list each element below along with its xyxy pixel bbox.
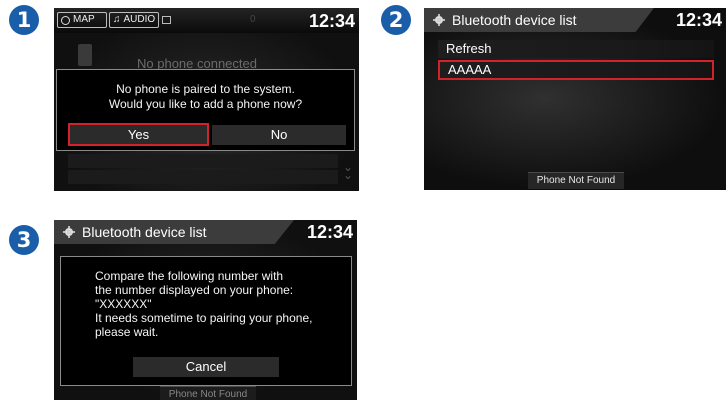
status-bar: MAP ♫ AUDIO 0 12:34 bbox=[54, 8, 359, 33]
title-tab: Bluetooth device list bbox=[424, 8, 654, 32]
audio-label: AUDIO bbox=[123, 14, 156, 25]
screen-bluetooth-device-list: Bluetooth device list 12:34 Refresh AAAA… bbox=[424, 8, 726, 190]
page-title: Bluetooth device list bbox=[452, 12, 577, 28]
screen-pairing-confirmation: Bluetooth device list 12:34 Compare the … bbox=[54, 220, 357, 400]
list-item-refresh[interactable]: Refresh bbox=[438, 40, 714, 58]
gear-icon bbox=[433, 14, 445, 26]
map-button[interactable]: MAP bbox=[57, 12, 107, 28]
title-tab: Bluetooth device list bbox=[54, 220, 294, 244]
phone-silhouette-icon bbox=[78, 44, 92, 66]
step-badge-2: 2 bbox=[381, 5, 411, 35]
music-note-icon: ♫ bbox=[113, 14, 121, 25]
dialog-line-1: No phone is paired to the system. bbox=[116, 82, 295, 96]
message-line-1: Compare the following number with bbox=[95, 269, 284, 283]
pairing-code: "XXXXXX" bbox=[95, 297, 152, 311]
cancel-button[interactable]: Cancel bbox=[133, 357, 279, 377]
compass-icon bbox=[61, 15, 70, 25]
yes-button[interactable]: Yes bbox=[68, 123, 209, 146]
screen-add-phone-prompt: MAP ♫ AUDIO 0 12:34 No phone connected N… bbox=[54, 8, 359, 191]
phone-not-found-button[interactable]: Phone Not Found bbox=[160, 386, 256, 400]
pairing-message: Compare the following number with the nu… bbox=[95, 269, 312, 339]
dialog-line-2: Would you like to add a phone now? bbox=[108, 97, 303, 111]
gear-icon bbox=[63, 226, 75, 238]
clock: 12:34 bbox=[308, 11, 355, 31]
scroll-down-icon[interactable]: ⌄ ⌄ bbox=[343, 161, 353, 181]
list-row-ghost bbox=[68, 154, 338, 168]
signal-icon: 0 bbox=[250, 14, 256, 25]
audio-button[interactable]: ♫ AUDIO bbox=[109, 12, 159, 28]
no-button[interactable]: No bbox=[212, 125, 346, 145]
step-badge-3: 3 bbox=[9, 225, 39, 255]
list-item-device[interactable]: AAAAA bbox=[438, 60, 714, 80]
add-phone-dialog: No phone is paired to the system. Would … bbox=[56, 69, 355, 151]
map-label: MAP bbox=[73, 14, 95, 25]
message-line-2: the number displayed on your phone: bbox=[95, 283, 294, 297]
clock: 12:34 bbox=[675, 10, 722, 30]
message-line-5: please wait. bbox=[95, 325, 159, 339]
phone-not-found-button[interactable]: Phone Not Found bbox=[528, 172, 624, 189]
message-line-4: It needs sometime to pairing your phone, bbox=[95, 311, 313, 325]
pairing-dialog: Compare the following number with the nu… bbox=[60, 256, 352, 386]
image-icon bbox=[162, 16, 171, 24]
step-badge-1: 1 bbox=[9, 5, 39, 35]
page-title: Bluetooth device list bbox=[82, 224, 207, 240]
clock: 12:34 bbox=[306, 222, 353, 242]
list-row-ghost bbox=[68, 170, 338, 184]
